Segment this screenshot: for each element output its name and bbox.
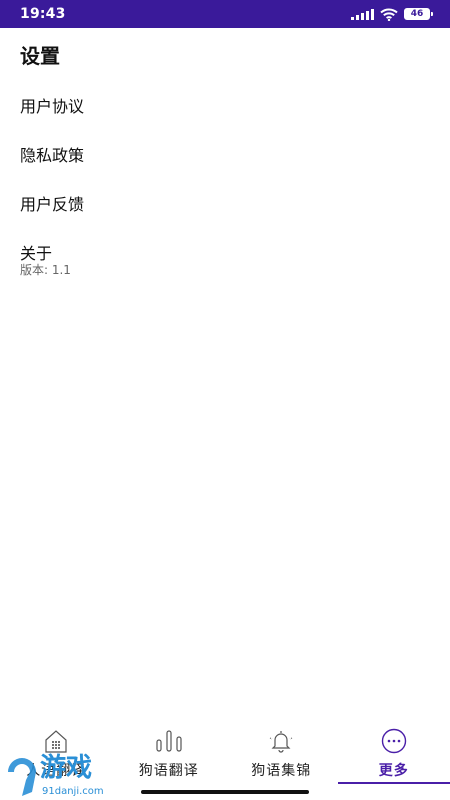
battery-level: 46 (410, 8, 424, 19)
signal-icon (351, 8, 374, 20)
tab-label: 更多 (378, 763, 409, 779)
page-title: 设置 (20, 44, 60, 68)
status-bar: 19:43 46 (0, 0, 450, 28)
tab-dog-collection[interactable]: 狗语集锦 (225, 720, 338, 784)
home-indicator (141, 790, 309, 794)
menu-item-privacy-policy[interactable]: 隐私政策 (20, 142, 84, 166)
version-text: 版本: 1.1 (20, 263, 71, 277)
more-dots-icon (380, 728, 408, 754)
svg-text:91danji.com: 91danji.com (42, 786, 104, 797)
svg-text:游戏: 游戏 (40, 753, 92, 783)
tab-label: 狗语集锦 (251, 763, 312, 779)
menu-item-feedback[interactable]: 用户反馈 (20, 191, 84, 215)
menu-item-user-agreement[interactable]: 用户协议 (20, 93, 84, 117)
status-time: 19:43 (20, 6, 66, 22)
tab-more[interactable]: 更多 (337, 720, 450, 784)
wifi-icon (380, 8, 398, 21)
bell-icon (267, 728, 295, 754)
status-icons: 46 (351, 8, 433, 21)
battery-icon: 46 (404, 8, 433, 20)
watermark-logo: 游戏 91danji.com (8, 753, 104, 797)
sound-bars-icon (154, 728, 184, 754)
tab-label: 狗语翻译 (138, 763, 199, 779)
